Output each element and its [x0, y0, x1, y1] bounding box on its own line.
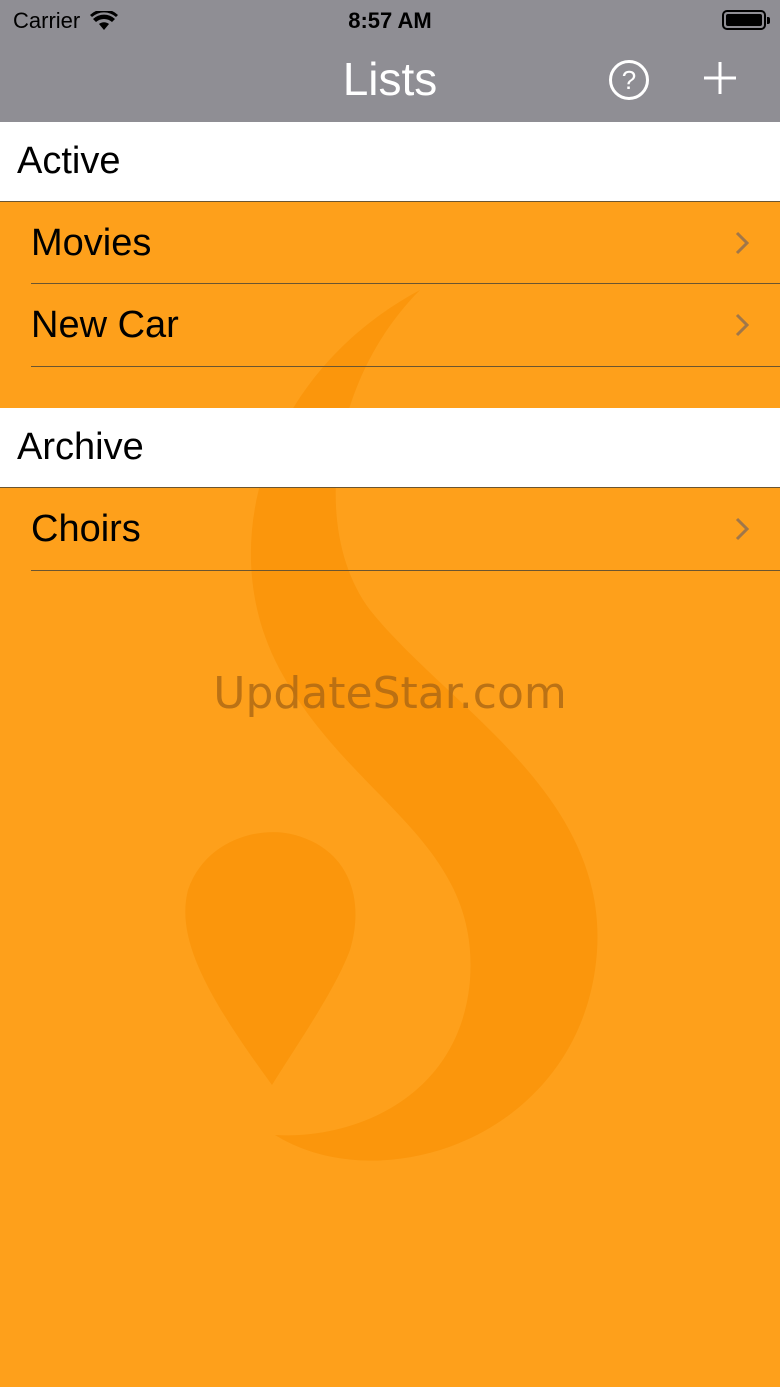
list-item-label: New Car [31, 304, 179, 346]
list-item-choirs[interactable]: Choirs [0, 488, 780, 571]
help-button[interactable]: ? [609, 60, 649, 100]
status-bar: Carrier 8:57 AM [0, 0, 780, 40]
list-item-label: Movies [31, 222, 152, 264]
navigation-bar: Lists ? [0, 40, 780, 122]
add-button[interactable] [702, 60, 738, 96]
battery-icon [722, 10, 770, 30]
divider [31, 366, 780, 367]
list-item-new-car[interactable]: New Car [0, 284, 780, 367]
list-item-label: Choirs [31, 508, 141, 550]
section-header-archive: Archive [0, 408, 780, 488]
status-time: 8:57 AM [348, 8, 432, 33]
chevron-right-icon [735, 517, 750, 541]
chevron-right-icon [735, 313, 750, 337]
section-header-active: Active [0, 122, 780, 202]
page-title: Lists [342, 53, 438, 105]
section-title: Active [17, 140, 121, 182]
list-item-movies[interactable]: Movies [0, 202, 780, 285]
watermark-text: UpdateStar.com [213, 668, 567, 719]
section-title: Archive [17, 426, 144, 468]
chevron-right-icon [735, 231, 750, 255]
divider [31, 570, 780, 571]
